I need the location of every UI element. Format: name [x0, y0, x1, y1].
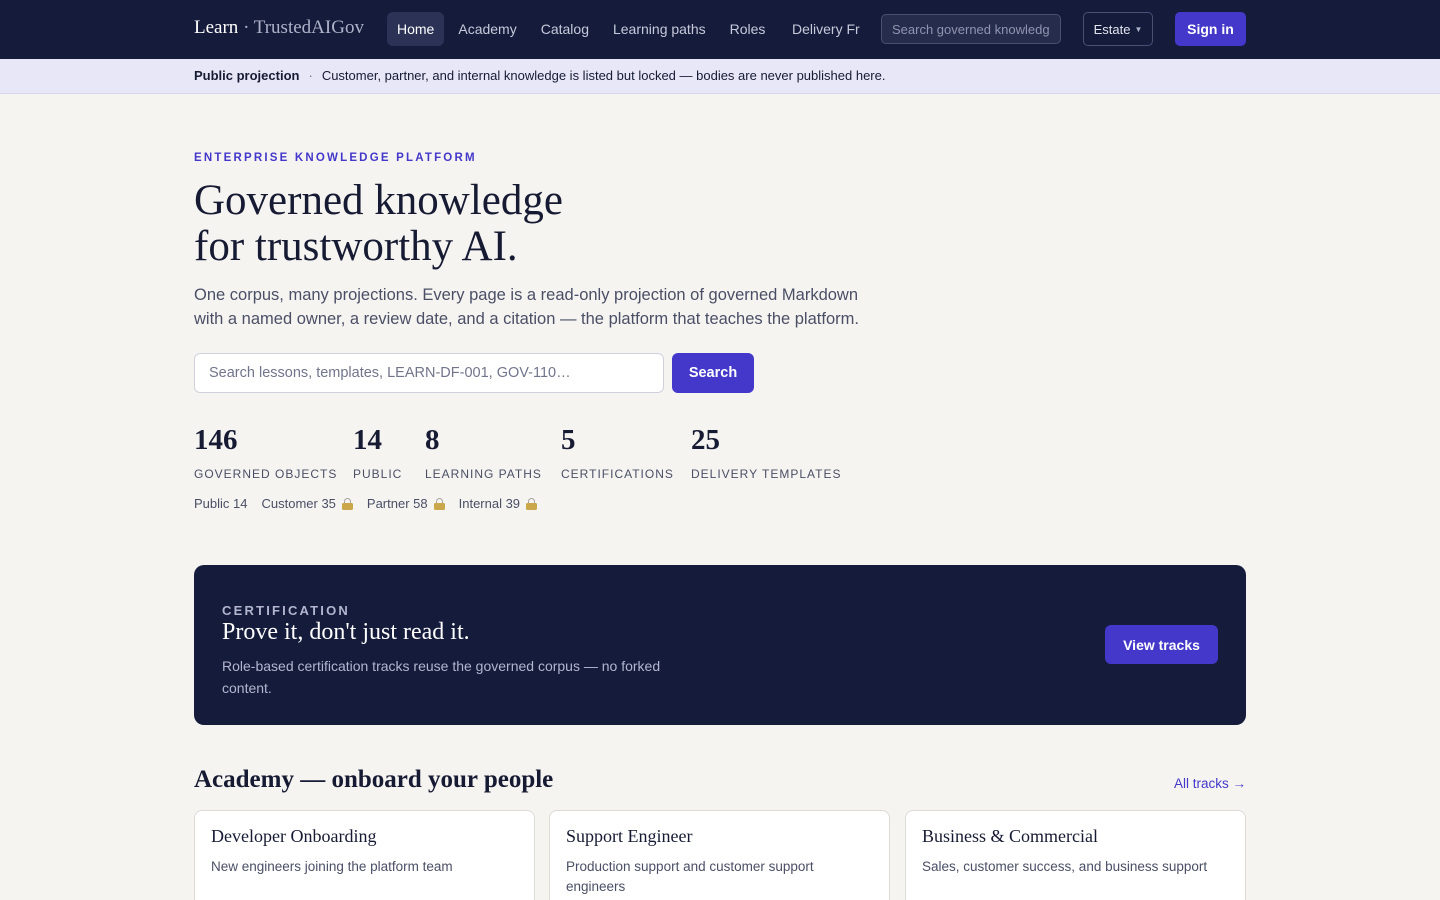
visibility-label: Partner 58 — [366, 496, 428, 511]
stat-certifications: 5 CERTIFICATIONS — [561, 422, 674, 481]
hero-title: Governed knowledge for trustworthy AI. — [194, 178, 563, 270]
hero-title-line-1: Governed knowledge — [194, 177, 563, 224]
stat-value: 14 — [353, 424, 382, 456]
visibility-partner: Partner 58 — [367, 496, 445, 511]
certification-banner: CERTIFICATION Prove it, don't just read … — [194, 565, 1246, 725]
card-title: Developer Onboarding — [211, 826, 377, 846]
visibility-public: Public 14 — [194, 496, 247, 511]
brand-subtitle: TrustedAIGov — [253, 17, 364, 38]
nav-roles[interactable]: Roles — [720, 12, 776, 46]
brand-name: Learn — [194, 17, 239, 38]
stat-label: PUBLIC — [353, 467, 403, 481]
brand-separator: · — [238, 17, 254, 38]
header-search-input[interactable] — [881, 14, 1061, 44]
stat-learning-paths: 8 LEARNING PATHS — [425, 422, 542, 481]
track-card-support-engineer[interactable]: Support Engineer Production support and … — [549, 810, 890, 900]
notice-separator: · — [308, 68, 313, 83]
visibility-label: Customer 35 — [261, 496, 336, 511]
estate-label: Estate — [1093, 21, 1131, 37]
stat-label: LEARNING PATHS — [425, 467, 542, 481]
nav-catalog[interactable]: Catalog — [531, 12, 599, 46]
stat-label: DELIVERY TEMPLATES — [691, 467, 842, 481]
visibility-customer: Customer 35 — [261, 496, 353, 511]
track-card-business-commercial[interactable]: Business & Commercial Sales, customer su… — [905, 810, 1246, 900]
all-tracks-link[interactable]: All tracks → — [1150, 776, 1246, 791]
visibility-internal: Internal 39 — [458, 496, 538, 511]
nav-learning-paths[interactable]: Learning paths — [603, 12, 716, 46]
certification-eyebrow: CERTIFICATION — [222, 603, 351, 618]
estate-dropdown[interactable]: Estate ▼ — [1083, 12, 1153, 46]
card-description: Production support and customer support … — [566, 859, 814, 894]
certification-title: Prove it, don't just read it. — [222, 619, 470, 645]
stat-value: 8 — [425, 424, 440, 456]
stat-label: CERTIFICATIONS — [561, 467, 674, 481]
stat-value: 5 — [561, 424, 576, 456]
hero-eyebrow: ENTERPRISE KNOWLEDGE PLATFORM — [194, 152, 477, 164]
lock-icon — [341, 497, 353, 510]
lock-icon — [526, 497, 538, 510]
hero-title-line-2: for trustworthy AI. — [194, 223, 518, 270]
stat-value: 25 — [691, 424, 720, 456]
notice-text: Customer, partner, and internal knowledg… — [321, 68, 886, 83]
notice-label: Public projection — [194, 68, 300, 83]
nav-home[interactable]: Home — [387, 12, 445, 46]
visibility-breakdown: Public 14 Customer 35 Partner 58 Interna… — [194, 496, 551, 511]
brand-logo[interactable]: Learn · TrustedAIGov — [194, 17, 364, 39]
hero-search-button[interactable]: Search — [672, 353, 754, 393]
stat-value: 146 — [194, 424, 238, 456]
chevron-down-icon: ▼ — [1134, 24, 1143, 34]
projection-notice-banner: Public projection · Customer, partner, and… — [0, 59, 1440, 94]
visibility-label: Public 14 — [194, 496, 248, 511]
track-card-developer-onboarding[interactable]: Developer Onboarding New engineers joini… — [194, 810, 535, 900]
stat-public: 14 PUBLIC — [353, 422, 402, 481]
certification-text: Role-based certification tracks reuse th… — [222, 658, 661, 696]
visibility-label: Internal 39 — [458, 496, 521, 511]
stat-label: GOVERNED OBJECTS — [194, 467, 338, 481]
stat-delivery-templates: 25 DELIVERY TEMPLATES — [691, 422, 842, 481]
sign-in-button[interactable]: Sign in — [1175, 12, 1246, 46]
view-tracks-button[interactable]: View tracks — [1105, 625, 1218, 664]
academy-section-title: Academy — onboard your people — [194, 766, 554, 793]
main-nav: Home Academy Catalog Learning paths Role… — [387, 12, 779, 46]
card-description: Sales, customer success, and business su… — [922, 859, 1208, 874]
top-navigation-bar: Learn · TrustedAIGov Home Academy Catalo… — [0, 0, 1440, 59]
lock-icon — [433, 497, 445, 510]
card-title: Support Engineer — [566, 826, 693, 846]
hero-search-input[interactable] — [194, 353, 664, 393]
nav-academy[interactable]: Academy — [448, 12, 526, 46]
nav-overflow: Delivery Fr — [780, 12, 862, 46]
stat-governed-objects: 146 GOVERNED OBJECTS — [194, 422, 337, 481]
card-description: New engineers joining the platform team — [211, 859, 453, 874]
hero-lead: One corpus, many projections. Every page… — [194, 286, 859, 328]
nav-delivery[interactable]: Delivery Fr — [780, 21, 862, 37]
card-title: Business & Commercial — [922, 826, 1098, 846]
